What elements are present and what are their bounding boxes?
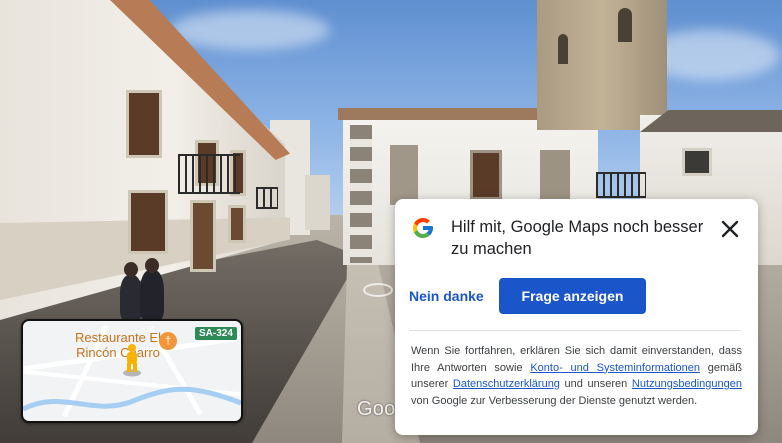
terms-of-service-link[interactable]: Nutzungsbedingungen (632, 378, 742, 390)
survey-dialog: Hilf mit, Google Maps noch besser zu mac… (395, 199, 758, 435)
pegman-icon[interactable] (122, 343, 142, 377)
window-frame (540, 150, 570, 200)
door (228, 205, 246, 243)
pedestrian-head (124, 262, 138, 277)
door (190, 200, 216, 272)
window (682, 148, 712, 176)
balcony-railing (596, 172, 646, 198)
google-g-logo-icon (413, 218, 433, 238)
stone-quoin (350, 125, 372, 263)
window (126, 90, 162, 158)
pedestrian-head (145, 258, 159, 273)
privacy-policy-link[interactable]: Datenschutzerklärung (453, 378, 560, 390)
balcony-railing (178, 154, 240, 194)
divider (409, 330, 741, 331)
dialog-title: Hilf mit, Google Maps noch besser zu mac… (451, 218, 704, 258)
legal-text: von Google zur Verbesserung der Dienste … (411, 394, 698, 407)
account-system-info-link[interactable]: Konto- und Systeminformationen (530, 362, 700, 374)
decline-button[interactable]: Nein danke (409, 284, 484, 308)
window (128, 190, 168, 254)
tower-window (618, 8, 632, 42)
minimap[interactable]: Restaurante El Rincón Charro † SA-324 (21, 319, 243, 423)
map-river (23, 386, 241, 412)
road-number-badge: SA-324 (195, 327, 237, 340)
legal-text: und unseren (559, 378, 632, 390)
navigation-arrow-icon[interactable] (362, 282, 394, 298)
tower-window (558, 34, 568, 64)
cloud (170, 10, 330, 50)
window (470, 150, 502, 200)
close-icon[interactable] (716, 215, 744, 243)
legal-disclaimer: Wenn Sie fortfahren, erklären Sie sich d… (411, 343, 742, 409)
pedestrian (140, 270, 164, 320)
distant-building (305, 175, 330, 230)
map-place-label[interactable]: Restaurante El Rincón Charro (63, 330, 173, 360)
balcony-railing (256, 187, 278, 209)
pedestrian (120, 275, 142, 320)
restaurant-fork-knife-icon[interactable]: † (159, 332, 177, 350)
window-frame (390, 145, 418, 205)
show-question-button[interactable]: Frage anzeigen (499, 278, 646, 314)
church-tower (537, 0, 667, 130)
